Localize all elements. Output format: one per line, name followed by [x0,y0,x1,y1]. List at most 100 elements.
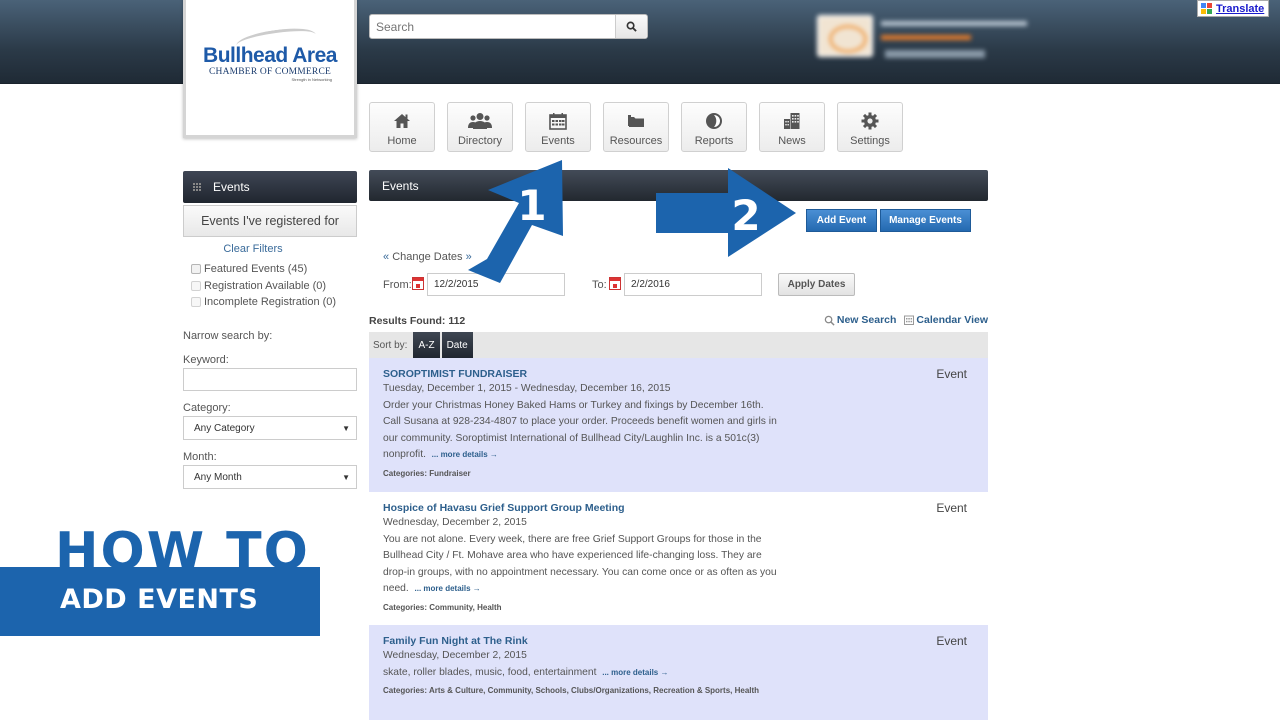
category-label: Category: [183,402,231,414]
apply-dates-button[interactable]: Apply Dates [778,273,855,296]
event-list-item: Family Fun Night at The Rink Wednesday, … [369,625,988,720]
nav-news[interactable]: News [759,102,825,152]
user-login-text [881,21,1027,26]
from-label: From: [383,279,412,291]
nav-settings[interactable]: Settings [837,102,903,152]
keyword-input[interactable] [183,368,357,391]
translate-link[interactable]: Translate [1216,3,1264,15]
users-icon [468,113,492,129]
event-title-link[interactable]: Hospice of Havasu Grief Support Group Me… [383,501,974,515]
filter-incomplete-label: Incomplete Registration (0) [204,296,337,308]
logo-subtitle: CHAMBER OF COMMERCE [208,67,332,77]
user-account-area[interactable] [817,15,1037,65]
results-count: Results Found: 112 [369,315,466,327]
to-calendar-icon[interactable] [609,277,621,290]
building-icon [784,113,800,129]
to-label: To: [592,279,607,291]
add-event-button[interactable]: Add Event [806,209,877,232]
nav-directory-label: Directory [457,135,502,147]
results-links: New Search Calendar View [824,314,988,326]
filter-featured-label: Featured Events (45) [204,263,308,275]
filter-registration-label: Registration Available (0) [204,280,327,292]
event-description-text: skate, roller blades, music, food, enter… [383,666,597,678]
sidebar-events-header: Events [183,171,357,203]
sort-bar: Sort by: A-Z Date [369,332,988,358]
sort-label: Sort by: [373,339,408,351]
logo-title: Bullhead Area [203,44,337,67]
user-name-link[interactable] [881,35,971,40]
events-panel-header: Events [369,170,988,201]
event-title-link[interactable]: SOROPTIMIST FUNDRAISER [383,367,974,381]
event-date: Tuesday, December 1, 2015 - Wednesday, D… [383,383,671,394]
nav-resources-label: Resources [609,135,663,147]
calendar-view-link[interactable]: Calendar View [904,314,988,326]
month-select-value: Any Month [194,471,242,483]
search-icon [626,21,637,32]
event-description: skate, roller blades, music, food, enter… [383,665,783,682]
search-input[interactable] [370,15,615,38]
nav-events[interactable]: Events [525,102,591,152]
month-select[interactable]: Any Month ▼ [183,465,357,489]
event-categories: Categories: Fundraiser [383,468,471,478]
new-search-link[interactable]: New Search [824,314,897,326]
translate-widget[interactable]: Translate [1197,0,1269,17]
event-categories: Categories: Arts & Culture, Community, S… [383,686,760,696]
nav-reports[interactable]: Reports [681,102,747,152]
sort-date-button[interactable]: Date [441,332,473,358]
filter-featured-checkbox[interactable] [191,264,201,274]
event-type-label: Event [936,501,967,515]
event-description: Order your Christmas Honey Baked Hams or… [383,398,783,464]
event-type-label: Event [936,634,967,648]
filter-incomplete-registration[interactable]: Incomplete Registration (0) [191,296,336,308]
from-date-input[interactable]: 12/2/2015 [427,273,565,296]
event-list-item: SOROPTIMIST FUNDRAISER Tuesday, December… [369,358,988,492]
search-icon [824,315,835,326]
calendar-view-label: Calendar View [916,314,988,326]
sidebar-title: Events [213,180,250,194]
search-box [369,14,648,39]
change-dates-link[interactable]: « Change Dates » [383,251,472,263]
account-settings-dropdown[interactable] [885,50,985,58]
manage-events-button[interactable]: Manage Events [880,209,971,232]
events-registered-button[interactable]: Events I've registered for [183,205,357,237]
from-calendar-icon[interactable] [412,277,424,290]
logo-tagline: Strength in Networking [291,77,332,82]
event-type-label: Event [936,367,967,381]
nav-home[interactable]: Home [369,102,435,152]
nav-directory[interactable]: Directory [447,102,513,152]
nav-settings-label: Settings [850,135,890,147]
user-avatar [817,15,873,57]
nav-home-label: Home [387,135,417,147]
folder-icon [628,115,644,127]
new-search-label: New Search [836,314,897,326]
chamber-logo[interactable]: Bullhead Area CHAMBER OF COMMERCE Streng… [183,0,357,138]
filter-registration-available[interactable]: Registration Available (0) [191,280,326,292]
category-select-value: Any Category [194,422,255,434]
event-title-link[interactable]: Family Fun Night at The Rink [383,634,974,648]
sort-az-button[interactable]: A-Z [413,332,440,358]
events-panel-title: Events [382,178,419,193]
change-dates-suffix: » [465,251,472,263]
howto-subtitle: ADD EVENTS [60,584,259,615]
more-details-link[interactable]: ... more details → [432,450,498,459]
nav-news-label: News [778,135,806,147]
calendar-icon [904,315,915,325]
event-date: Wednesday, December 2, 2015 [383,650,527,661]
clear-filters-link[interactable]: Clear Filters [183,243,323,255]
google-translate-icon [1201,2,1213,15]
nav-reports-label: Reports [694,135,734,147]
more-details-link[interactable]: ... more details → [602,668,668,677]
filter-featured[interactable]: Featured Events (45) [191,263,307,275]
chevron-down-icon: ▼ [342,423,350,433]
event-date: Wednesday, December 2, 2015 [383,517,527,528]
filter-incomplete-checkbox[interactable] [191,297,201,307]
filter-registration-checkbox[interactable] [191,281,201,291]
to-date-input[interactable]: 2/2/2016 [624,273,762,296]
event-categories: Categories: Community, Health [383,602,502,612]
category-select[interactable]: Any Category ▼ [183,416,357,440]
change-dates-prefix: « [383,251,390,263]
pie-chart-icon [706,113,722,129]
nav-resources[interactable]: Resources [603,102,669,152]
search-button[interactable] [615,15,647,38]
more-details-link[interactable]: ... more details → [415,584,481,593]
